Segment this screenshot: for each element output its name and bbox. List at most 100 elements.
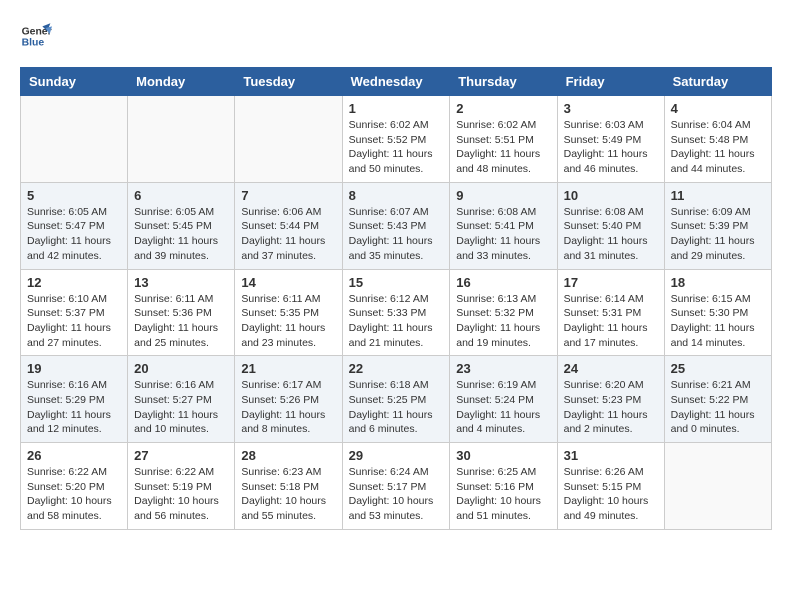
calendar-week-1: 1 Sunrise: 6:02 AM Sunset: 5:52 PM Daylig…	[21, 96, 772, 183]
calendar-cell: 4 Sunrise: 6:04 AM Sunset: 5:48 PM Daylig…	[664, 96, 771, 183]
day-info: Sunrise: 6:11 AM Sunset: 5:36 PM Dayligh…	[134, 292, 228, 351]
day-info: Sunrise: 6:15 AM Sunset: 5:30 PM Dayligh…	[671, 292, 765, 351]
day-info: Sunrise: 6:02 AM Sunset: 5:52 PM Dayligh…	[349, 118, 444, 177]
day-info: Sunrise: 6:23 AM Sunset: 5:18 PM Dayligh…	[241, 465, 335, 524]
day-number: 20	[134, 361, 228, 376]
day-number: 18	[671, 275, 765, 290]
calendar-cell: 15 Sunrise: 6:12 AM Sunset: 5:33 PM Dayli…	[342, 269, 450, 356]
calendar-cell: 18 Sunrise: 6:15 AM Sunset: 5:30 PM Dayli…	[664, 269, 771, 356]
day-info: Sunrise: 6:09 AM Sunset: 5:39 PM Dayligh…	[671, 205, 765, 264]
day-info: Sunrise: 6:08 AM Sunset: 5:41 PM Dayligh…	[456, 205, 550, 264]
day-number: 3	[564, 101, 658, 116]
calendar-week-4: 19 Sunrise: 6:16 AM Sunset: 5:29 PM Dayli…	[21, 356, 772, 443]
day-info: Sunrise: 6:13 AM Sunset: 5:32 PM Dayligh…	[456, 292, 550, 351]
day-info: Sunrise: 6:22 AM Sunset: 5:20 PM Dayligh…	[27, 465, 121, 524]
calendar-cell: 5Sunrise: 6:05 AM Sunset: 5:47 PM Daylig…	[21, 182, 128, 269]
day-number: 28	[241, 448, 335, 463]
calendar-week-2: 5Sunrise: 6:05 AM Sunset: 5:47 PM Daylig…	[21, 182, 772, 269]
day-number: 1	[349, 101, 444, 116]
day-number: 31	[564, 448, 658, 463]
day-number: 27	[134, 448, 228, 463]
calendar-cell: 28 Sunrise: 6:23 AM Sunset: 5:18 PM Dayli…	[235, 443, 342, 530]
day-info: Sunrise: 6:14 AM Sunset: 5:31 PM Dayligh…	[564, 292, 658, 351]
calendar-cell: 2Sunrise: 6:02 AM Sunset: 5:51 PM Daylig…	[450, 96, 557, 183]
page-header: General Blue	[20, 20, 772, 52]
day-info: Sunrise: 6:26 AM Sunset: 5:15 PM Dayligh…	[564, 465, 658, 524]
calendar-cell: 22 Sunrise: 6:18 AM Sunset: 5:25 PM Dayli…	[342, 356, 450, 443]
calendar-cell: 11 Sunrise: 6:09 AM Sunset: 5:39 PM Dayli…	[664, 182, 771, 269]
calendar-cell: 20 Sunrise: 6:16 AM Sunset: 5:27 PM Dayli…	[128, 356, 235, 443]
day-number: 4	[671, 101, 765, 116]
logo-icon: General Blue	[20, 20, 52, 52]
calendar-table: SundayMondayTuesdayWednesdayThursdayFrid…	[20, 67, 772, 530]
calendar-cell: 13 Sunrise: 6:11 AM Sunset: 5:36 PM Dayli…	[128, 269, 235, 356]
calendar-cell: 3 Sunrise: 6:03 AM Sunset: 5:49 PM Daylig…	[557, 96, 664, 183]
weekday-header-thursday: Thursday	[450, 68, 557, 96]
day-number: 13	[134, 275, 228, 290]
day-info: Sunrise: 6:04 AM Sunset: 5:48 PM Dayligh…	[671, 118, 765, 177]
weekday-header-monday: Monday	[128, 68, 235, 96]
day-info: Sunrise: 6:16 AM Sunset: 5:29 PM Dayligh…	[27, 378, 121, 437]
day-number: 8	[349, 188, 444, 203]
day-number: 9	[456, 188, 550, 203]
day-number: 30	[456, 448, 550, 463]
calendar-cell: 7Sunrise: 6:06 AM Sunset: 5:44 PM Daylig…	[235, 182, 342, 269]
day-info: Sunrise: 6:08 AM Sunset: 5:40 PM Dayligh…	[564, 205, 658, 264]
day-info: Sunrise: 6:18 AM Sunset: 5:25 PM Dayligh…	[349, 378, 444, 437]
calendar-cell	[21, 96, 128, 183]
day-number: 25	[671, 361, 765, 376]
weekday-header-row: SundayMondayTuesdayWednesdayThursdayFrid…	[21, 68, 772, 96]
calendar-week-5: 26 Sunrise: 6:22 AM Sunset: 5:20 PM Dayli…	[21, 443, 772, 530]
day-info: Sunrise: 6:02 AM Sunset: 5:51 PM Dayligh…	[456, 118, 550, 177]
day-number: 24	[564, 361, 658, 376]
calendar-cell: 14 Sunrise: 6:11 AM Sunset: 5:35 PM Dayli…	[235, 269, 342, 356]
calendar-cell: 29 Sunrise: 6:24 AM Sunset: 5:17 PM Dayli…	[342, 443, 450, 530]
day-number: 22	[349, 361, 444, 376]
calendar-cell: 23Sunrise: 6:19 AM Sunset: 5:24 PM Dayli…	[450, 356, 557, 443]
calendar-cell: 17 Sunrise: 6:14 AM Sunset: 5:31 PM Dayli…	[557, 269, 664, 356]
calendar-cell: 27 Sunrise: 6:22 AM Sunset: 5:19 PM Dayli…	[128, 443, 235, 530]
day-number: 11	[671, 188, 765, 203]
weekday-header-saturday: Saturday	[664, 68, 771, 96]
calendar-cell: 25 Sunrise: 6:21 AM Sunset: 5:22 PM Dayli…	[664, 356, 771, 443]
calendar-week-3: 12Sunrise: 6:10 AM Sunset: 5:37 PM Dayli…	[21, 269, 772, 356]
day-info: Sunrise: 6:12 AM Sunset: 5:33 PM Dayligh…	[349, 292, 444, 351]
logo: General Blue	[20, 20, 52, 52]
calendar-cell: 10Sunrise: 6:08 AM Sunset: 5:40 PM Dayli…	[557, 182, 664, 269]
calendar-cell: 8Sunrise: 6:07 AM Sunset: 5:43 PM Daylig…	[342, 182, 450, 269]
day-number: 26	[27, 448, 121, 463]
day-info: Sunrise: 6:06 AM Sunset: 5:44 PM Dayligh…	[241, 205, 335, 264]
day-info: Sunrise: 6:24 AM Sunset: 5:17 PM Dayligh…	[349, 465, 444, 524]
calendar-cell: 19 Sunrise: 6:16 AM Sunset: 5:29 PM Dayli…	[21, 356, 128, 443]
day-info: Sunrise: 6:16 AM Sunset: 5:27 PM Dayligh…	[134, 378, 228, 437]
day-info: Sunrise: 6:21 AM Sunset: 5:22 PM Dayligh…	[671, 378, 765, 437]
day-number: 5	[27, 188, 121, 203]
day-info: Sunrise: 6:05 AM Sunset: 5:45 PM Dayligh…	[134, 205, 228, 264]
calendar-cell: 6 Sunrise: 6:05 AM Sunset: 5:45 PM Daylig…	[128, 182, 235, 269]
weekday-header-friday: Friday	[557, 68, 664, 96]
svg-text:Blue: Blue	[22, 38, 45, 49]
day-number: 17	[564, 275, 658, 290]
weekday-header-sunday: Sunday	[21, 68, 128, 96]
day-number: 19	[27, 361, 121, 376]
day-number: 29	[349, 448, 444, 463]
day-info: Sunrise: 6:10 AM Sunset: 5:37 PM Dayligh…	[27, 292, 121, 351]
day-number: 6	[134, 188, 228, 203]
day-number: 15	[349, 275, 444, 290]
calendar-cell: 31 Sunrise: 6:26 AM Sunset: 5:15 PM Dayli…	[557, 443, 664, 530]
calendar-cell	[664, 443, 771, 530]
calendar-cell: 1 Sunrise: 6:02 AM Sunset: 5:52 PM Daylig…	[342, 96, 450, 183]
day-info: Sunrise: 6:11 AM Sunset: 5:35 PM Dayligh…	[241, 292, 335, 351]
day-number: 16	[456, 275, 550, 290]
calendar-cell: 9 Sunrise: 6:08 AM Sunset: 5:41 PM Daylig…	[450, 182, 557, 269]
calendar-cell: 12Sunrise: 6:10 AM Sunset: 5:37 PM Dayli…	[21, 269, 128, 356]
calendar-cell	[128, 96, 235, 183]
day-info: Sunrise: 6:22 AM Sunset: 5:19 PM Dayligh…	[134, 465, 228, 524]
calendar-cell: 26 Sunrise: 6:22 AM Sunset: 5:20 PM Dayli…	[21, 443, 128, 530]
day-info: Sunrise: 6:20 AM Sunset: 5:23 PM Dayligh…	[564, 378, 658, 437]
weekday-header-wednesday: Wednesday	[342, 68, 450, 96]
calendar-cell	[235, 96, 342, 183]
day-number: 14	[241, 275, 335, 290]
day-info: Sunrise: 6:03 AM Sunset: 5:49 PM Dayligh…	[564, 118, 658, 177]
day-number: 23	[456, 361, 550, 376]
